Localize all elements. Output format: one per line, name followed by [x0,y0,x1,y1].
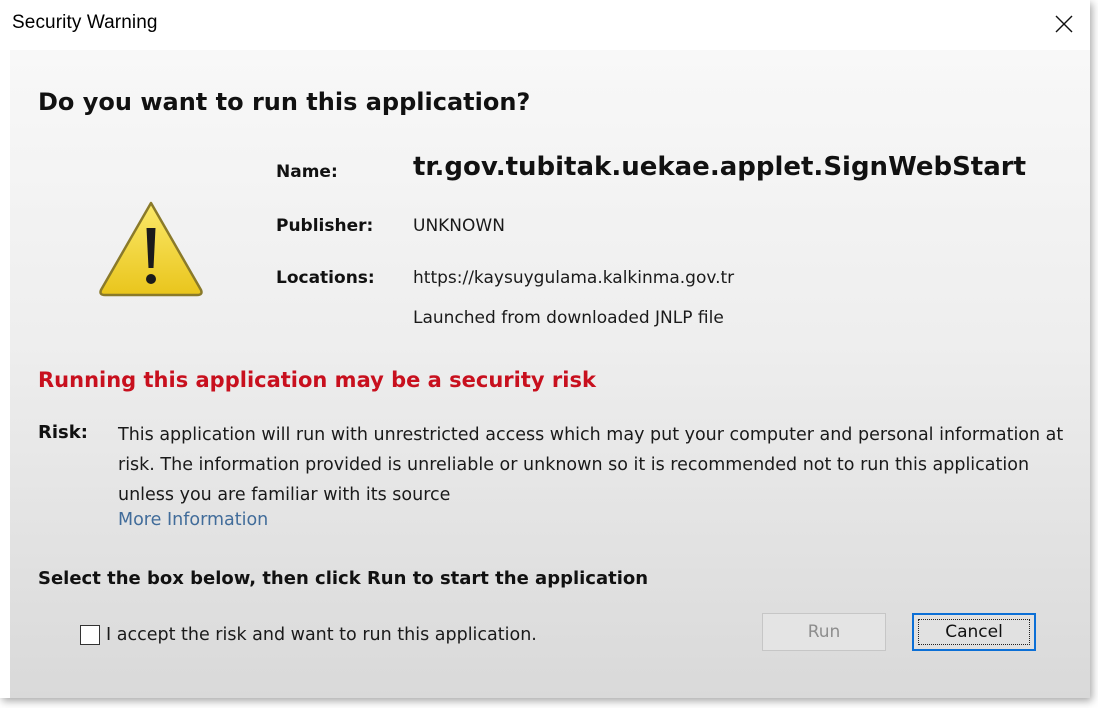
accept-risk-checkbox[interactable] [80,625,100,645]
location-url: https://kaysuygulama.kalkinma.gov.tr [413,268,735,288]
close-button[interactable] [1042,4,1086,44]
cancel-button[interactable]: Cancel [912,613,1036,651]
risk-label: Risk: [38,422,88,443]
run-button[interactable]: Run [762,613,886,651]
locations-label: Locations: [276,268,375,288]
dialog-content: Do you want to run this application? Nam… [10,50,1090,698]
cancel-button-label: Cancel [945,622,1003,642]
select-instruction: Select the box below, then click Run to … [38,568,649,589]
close-icon [1055,15,1073,33]
risk-heading: Running this application may be a securi… [38,368,596,392]
location-launch-source: Launched from downloaded JNLP file [413,308,724,328]
more-information-link[interactable]: More Information [118,510,268,530]
name-label: Name: [276,162,338,182]
risk-description: This application will run with unrestric… [118,425,1064,505]
accept-risk-checkbox-row[interactable]: I accept the risk and want to run this a… [80,620,537,650]
window-title: Security Warning [12,12,158,33]
title-bar[interactable]: Security Warning [0,0,1090,50]
security-warning-dialog: Security Warning Do you want to run this… [0,0,1090,698]
application-name: tr.gov.tubitak.uekae.applet.SignWebStart [413,152,1027,182]
run-button-label: Run [807,622,841,642]
publisher-value: UNKNOWN [413,216,505,236]
warning-triangle-icon [99,201,203,297]
publisher-label: Publisher: [276,216,374,236]
accept-risk-label[interactable]: I accept the risk and want to run this a… [106,625,537,645]
dialog-question: Do you want to run this application? [38,88,531,116]
